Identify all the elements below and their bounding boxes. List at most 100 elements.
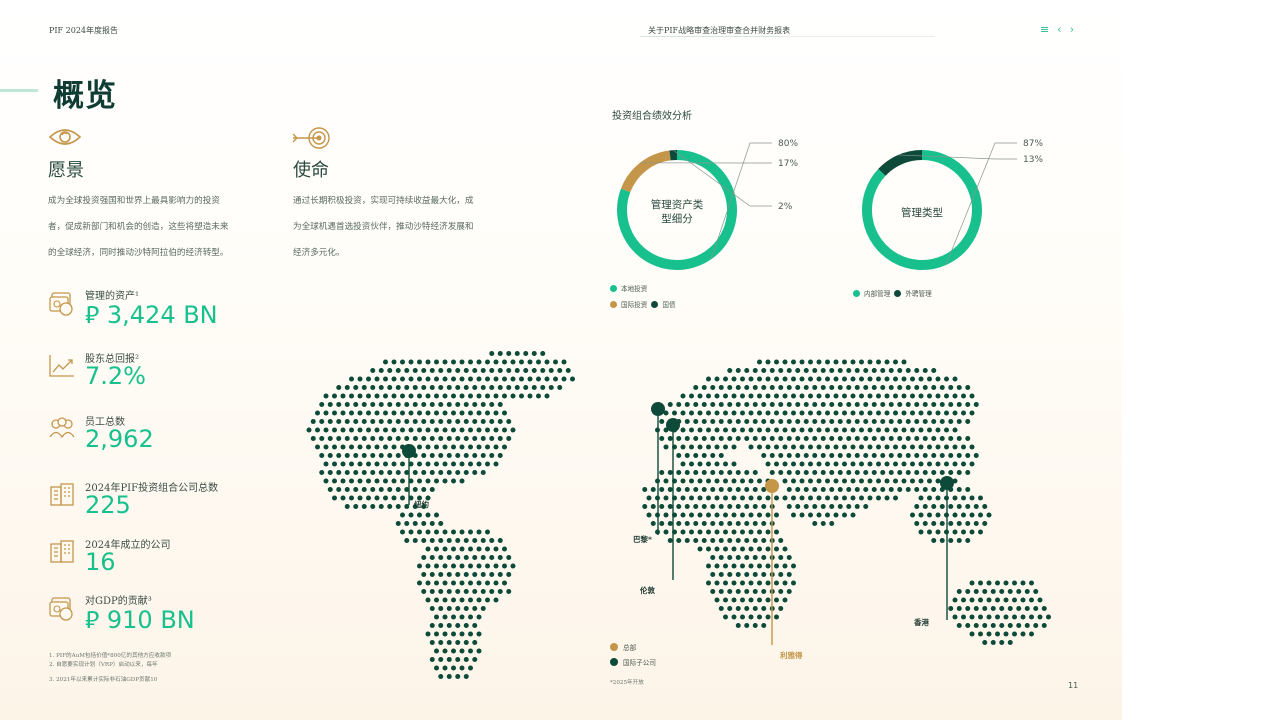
menu-icon[interactable]: ≡ <box>1040 23 1049 36</box>
map-dot <box>744 555 750 560</box>
map-dot <box>701 470 707 475</box>
map-dot <box>332 495 337 501</box>
map-dot <box>400 393 405 399</box>
map-dot <box>778 436 784 441</box>
map-dot <box>349 376 354 382</box>
map-dot <box>1024 606 1030 611</box>
map-dot <box>357 461 363 467</box>
map-dot <box>421 368 427 373</box>
map-dot <box>336 402 342 407</box>
map-dot <box>693 402 699 407</box>
map-dot <box>769 419 775 424</box>
map-dot <box>799 359 805 365</box>
map-dot <box>825 410 830 416</box>
chevron-left-icon[interactable]: ‹ <box>1057 23 1061 36</box>
map-dot <box>1012 631 1017 637</box>
map-dot <box>421 521 427 526</box>
map-dot <box>731 478 737 484</box>
map-dot <box>451 427 456 433</box>
map-dot <box>952 376 958 382</box>
map-dot <box>425 427 431 433</box>
map-dot <box>468 359 473 365</box>
map-dot <box>757 376 762 382</box>
map-dot <box>421 385 427 390</box>
map-dot <box>757 495 762 501</box>
map-dot <box>871 385 877 390</box>
map-dot <box>765 580 771 586</box>
map-dot <box>697 546 703 552</box>
map-dot <box>493 376 499 382</box>
map-dot <box>795 385 801 390</box>
map-dot <box>748 529 754 535</box>
map-dot <box>306 427 312 433</box>
map-dot <box>808 410 813 416</box>
map-dot <box>978 597 983 603</box>
map-dot <box>659 436 665 441</box>
map-dot <box>744 538 750 543</box>
map-dot <box>944 444 949 450</box>
map-dot <box>387 470 393 475</box>
map-dot <box>434 631 439 637</box>
map-dot <box>366 461 371 467</box>
map-dot <box>451 478 456 484</box>
map-dot <box>935 495 941 501</box>
map-dot <box>327 419 333 424</box>
map-dot <box>506 419 512 424</box>
map-dot <box>757 478 762 484</box>
map-dot <box>846 368 852 373</box>
map-dot <box>442 376 448 382</box>
map-dot <box>782 563 788 569</box>
map-dot <box>778 555 784 560</box>
map-dot <box>956 470 962 475</box>
map-dot <box>918 478 924 484</box>
map-dot <box>774 376 779 382</box>
map-dot <box>455 402 461 407</box>
map-dot <box>816 427 822 433</box>
map-dot <box>854 453 860 458</box>
map-dot <box>472 606 478 611</box>
map-dot <box>846 385 852 390</box>
map-dot <box>497 419 503 424</box>
map-dot <box>961 393 966 399</box>
map-dot <box>901 478 907 484</box>
map-dot <box>421 555 427 560</box>
map-dot <box>816 495 822 501</box>
map-dot <box>850 478 856 484</box>
map-dot <box>969 580 975 586</box>
map-dot <box>791 376 796 382</box>
map-dot <box>965 589 971 594</box>
map-dot <box>701 487 707 492</box>
map-dot <box>897 453 903 458</box>
map-dot <box>944 410 949 416</box>
section-nav[interactable]: 关于PIF战略审查治理审查合并财务报表 <box>648 25 790 36</box>
report-page: PIF 2024年度报告 关于PIF战略审查治理审查合并财务报表 ≡ ‹ › 概… <box>0 0 1122 720</box>
map-dot <box>752 606 758 611</box>
map-dot <box>485 461 490 467</box>
map-dot <box>344 402 350 407</box>
donut-slice <box>620 150 671 193</box>
map-dot <box>905 368 911 373</box>
map-dot <box>782 410 788 416</box>
map-dot <box>510 427 516 433</box>
map-dot <box>438 419 444 424</box>
map-dot <box>476 631 482 637</box>
map-dot <box>816 410 822 416</box>
map-dot <box>939 470 945 475</box>
map-dot <box>863 436 869 441</box>
map-dot <box>434 546 439 552</box>
map-dot <box>353 402 359 407</box>
city-pin <box>666 418 680 432</box>
map-dot <box>1012 614 1017 620</box>
map-dot <box>820 419 826 424</box>
map-dot <box>349 393 354 399</box>
map-dot <box>463 623 469 628</box>
map-dot <box>769 368 775 373</box>
map-dot <box>451 376 456 382</box>
map-dot <box>387 436 393 441</box>
map-dot <box>897 419 903 424</box>
map-dot <box>540 368 546 373</box>
map-dot <box>463 674 469 679</box>
chevron-right-icon[interactable]: › <box>1070 23 1074 36</box>
map-dot <box>476 444 482 450</box>
legend-label: 外聘管理 <box>905 290 932 298</box>
